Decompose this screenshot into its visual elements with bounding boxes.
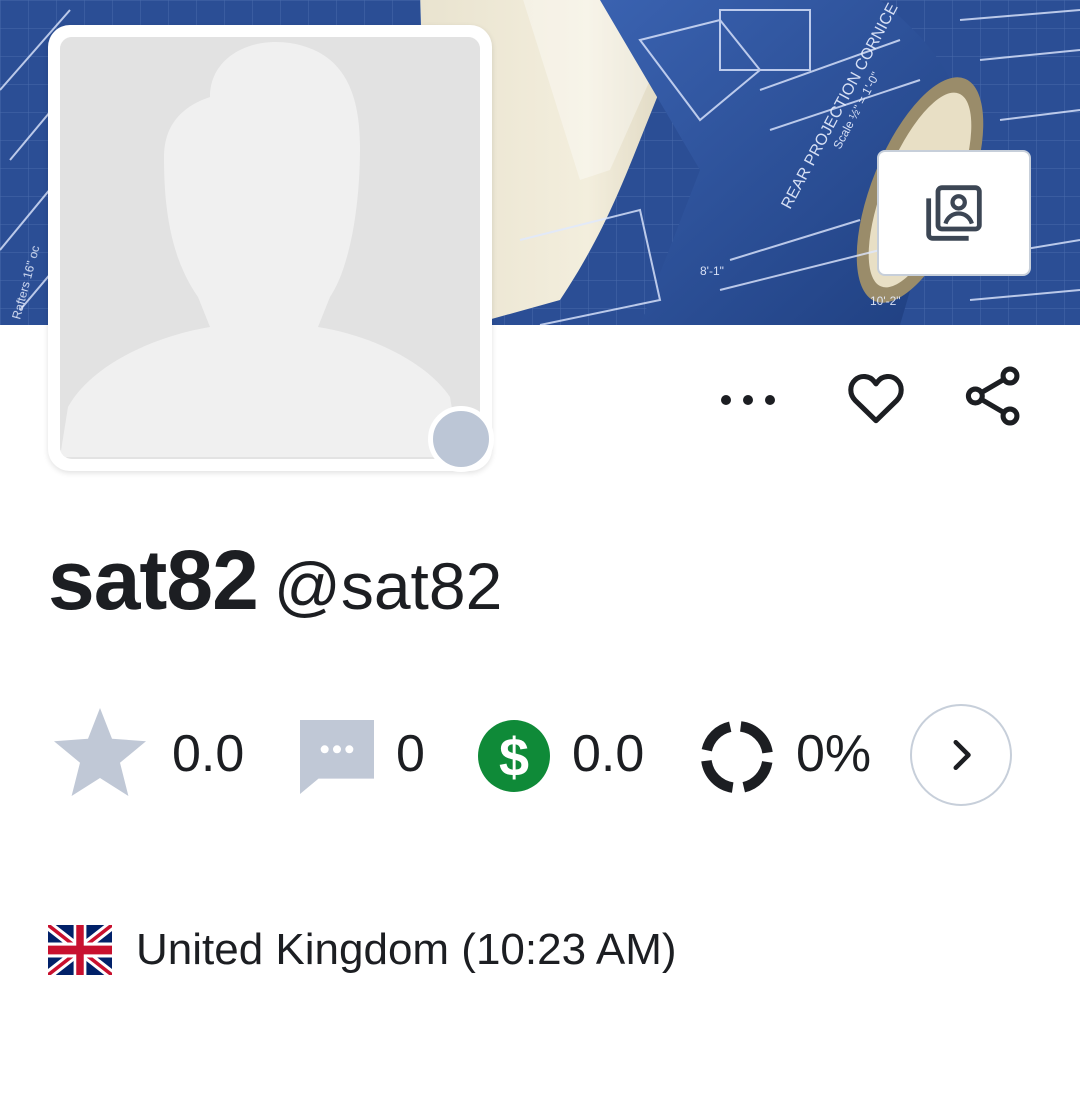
svg-text:8'-1": 8'-1" — [700, 264, 724, 278]
comment-icon — [300, 720, 374, 794]
share-button[interactable] — [958, 360, 1030, 432]
completion-value: 0% — [796, 725, 872, 783]
username: @sat82 — [273, 549, 503, 623]
heart-icon — [848, 374, 904, 424]
default-person-silhouette — [60, 37, 480, 458]
reviews-count: 0 — [396, 725, 425, 783]
share-icon — [965, 366, 1020, 426]
display-name: sat82 — [48, 533, 259, 627]
svg-text:10'-2": 10'-2" — [870, 294, 901, 308]
chevron-right-icon — [953, 740, 971, 770]
more-options-button[interactable] — [708, 370, 788, 430]
online-status-indicator — [428, 406, 494, 472]
rating-value: 0.0 — [172, 725, 245, 783]
stats-next-button[interactable] — [910, 704, 1012, 806]
favorite-button[interactable] — [840, 362, 912, 434]
star-icon — [54, 708, 146, 796]
location-text: United Kingdom (10:23 AM) — [136, 925, 677, 974]
completion-ring-icon — [701, 721, 773, 793]
edit-cover-button[interactable] — [877, 150, 1031, 276]
location-row: United Kingdom (10:23 AM) — [48, 918, 677, 982]
uk-flag-icon — [48, 925, 112, 975]
svg-text:$: $ — [499, 728, 529, 788]
avatar[interactable] — [48, 25, 492, 471]
profile-name-row: sat82 @sat82 — [48, 532, 502, 632]
more-horizontal-icon — [721, 395, 775, 405]
profile-page: REAR PROJECTION CORNICE Scale ½" = 1'-0"… — [0, 0, 1080, 1096]
stats-row: 0.0 0 $ 0.0 0% — [52, 700, 1032, 810]
avatar-image — [60, 37, 480, 459]
dollar-icon: $ — [478, 720, 550, 792]
earnings-value: 0.0 — [572, 725, 645, 783]
photo-gallery-icon — [926, 185, 982, 241]
